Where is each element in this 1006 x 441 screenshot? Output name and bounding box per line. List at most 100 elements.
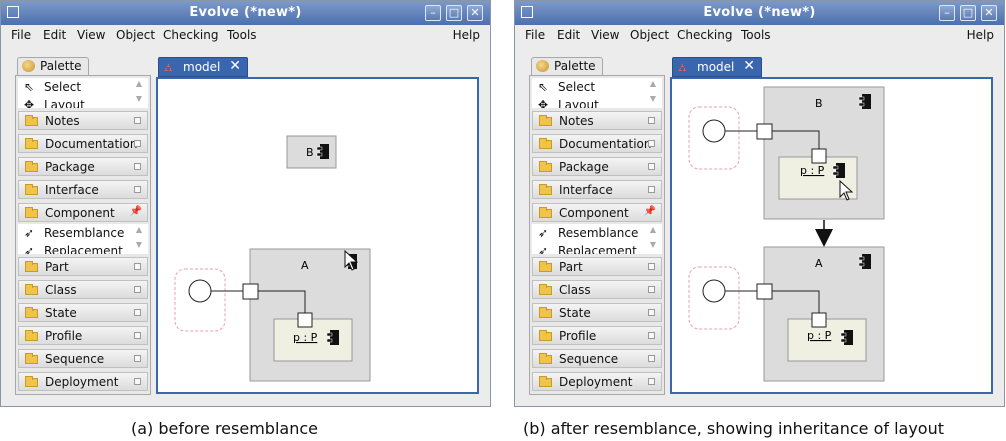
tool-layout[interactable]: ✥ Layout ▼ (532, 96, 662, 108)
minimize-icon[interactable]: – (425, 5, 441, 21)
part-port-square[interactable] (297, 312, 313, 328)
scroll-up-icon[interactable]: ▲ (650, 225, 656, 234)
expand-icon[interactable] (134, 117, 141, 124)
maximize-icon[interactable]: □ (446, 5, 462, 21)
expand-icon[interactable] (648, 378, 655, 385)
part-port-square[interactable] (811, 312, 827, 328)
diagram-canvas[interactable]: B p : P A p: P (670, 77, 993, 394)
menu-checking[interactable]: Checking (677, 28, 732, 42)
menu-edit[interactable]: Edit (557, 28, 580, 42)
category-class[interactable]: Class (532, 280, 662, 299)
expand-icon[interactable] (648, 140, 655, 147)
expand-icon[interactable] (648, 263, 655, 270)
tool-select[interactable]: ⇖ Select ▲ (18, 78, 148, 96)
expand-icon[interactable] (134, 186, 141, 193)
pin-icon[interactable]: 📌 (130, 206, 142, 217)
category-profile[interactable]: Profile (18, 326, 148, 345)
palette-panel: ⇖ Select ▲ ✥ Layout ▼ Notes Documentatio… (529, 75, 665, 395)
expand-icon[interactable] (648, 355, 655, 362)
expand-icon[interactable] (134, 263, 141, 270)
menu-object[interactable]: Object (630, 28, 669, 42)
menu-view[interactable]: View (77, 28, 105, 42)
maximize-icon[interactable]: □ (960, 5, 976, 21)
category-package[interactable]: Package (532, 157, 662, 176)
category-documentation[interactable]: Documentation (18, 134, 148, 153)
palette-tab[interactable]: Palette (531, 57, 603, 75)
menu-file[interactable]: File (525, 28, 545, 42)
category-deployment[interactable]: Deployment (18, 372, 148, 391)
port-square[interactable] (756, 123, 773, 140)
menu-help[interactable]: Help (967, 28, 994, 42)
menu-view[interactable]: View (591, 28, 619, 42)
part-port-square[interactable] (811, 148, 827, 164)
category-state[interactable]: State (532, 303, 662, 322)
category-notes[interactable]: Notes (532, 111, 662, 130)
category-part[interactable]: Part (18, 257, 148, 276)
expand-icon[interactable] (648, 286, 655, 293)
close-tab-icon[interactable]: ✕ (743, 58, 755, 74)
category-deployment[interactable]: Deployment (532, 372, 662, 391)
minimize-icon[interactable]: – (939, 5, 955, 21)
palette-tab[interactable]: Palette (17, 57, 89, 75)
expand-icon[interactable] (134, 286, 141, 293)
expand-icon[interactable] (134, 140, 141, 147)
expand-icon[interactable] (648, 117, 655, 124)
category-interface[interactable]: Interface (18, 180, 148, 199)
tool-resemblance[interactable]: ➶ Resemblance ▲ (18, 224, 148, 242)
title-bar[interactable]: Evolve (*new*) – □ ✕ (515, 1, 1004, 25)
expand-icon[interactable] (648, 309, 655, 316)
category-sequence[interactable]: Sequence (532, 349, 662, 368)
scroll-down-icon[interactable]: ▼ (136, 96, 142, 103)
expand-icon[interactable] (648, 332, 655, 339)
expand-icon[interactable] (648, 163, 655, 170)
tool-layout[interactable]: ✥ Layout ▼ (18, 96, 148, 108)
tool-select[interactable]: ⇖ Select ▲ (532, 78, 662, 96)
expand-icon[interactable] (134, 332, 141, 339)
pin-icon[interactable]: 📌 (644, 206, 656, 217)
expand-icon[interactable] (134, 378, 141, 385)
tool-replacement[interactable]: ➶ Replacement ▼ (532, 242, 662, 254)
menu-object[interactable]: Object (116, 28, 155, 42)
title-bar[interactable]: Evolve (*new*) – □ ✕ (1, 1, 490, 25)
scroll-down-icon[interactable]: ▼ (650, 242, 656, 249)
scroll-up-icon[interactable]: ▲ (650, 79, 656, 88)
category-package[interactable]: Package (18, 157, 148, 176)
tab-model[interactable]: ⛼ model ✕ (672, 57, 762, 77)
menu-tools[interactable]: Tools (227, 28, 257, 42)
part-p-in-a[interactable]: p : P (787, 312, 867, 362)
category-sequence[interactable]: Sequence (18, 349, 148, 368)
category-notes[interactable]: Notes (18, 111, 148, 130)
expand-icon[interactable] (134, 355, 141, 362)
category-component[interactable]: Component 📌 (18, 203, 148, 222)
category-interface[interactable]: Interface (532, 180, 662, 199)
category-part[interactable]: Part (532, 257, 662, 276)
tool-replacement[interactable]: ➶ Replacement ▼ (18, 242, 148, 254)
tool-resemblance[interactable]: ➶ Resemblance ▲ (532, 224, 662, 242)
tab-model[interactable]: ⛼ model ✕ (158, 57, 248, 77)
menu-checking[interactable]: Checking (163, 28, 218, 42)
scroll-down-icon[interactable]: ▼ (136, 242, 142, 249)
close-tab-icon[interactable]: ✕ (229, 58, 241, 74)
category-class[interactable]: Class (18, 280, 148, 299)
port-square[interactable] (242, 283, 259, 300)
menu-help[interactable]: Help (453, 28, 480, 42)
expand-icon[interactable] (134, 163, 141, 170)
expand-icon[interactable] (134, 309, 141, 316)
menu-tools[interactable]: Tools (741, 28, 771, 42)
close-icon[interactable]: ✕ (467, 5, 483, 21)
category-profile[interactable]: Profile (532, 326, 662, 345)
category-state[interactable]: State (18, 303, 148, 322)
scroll-up-icon[interactable]: ▲ (136, 225, 142, 234)
scroll-down-icon[interactable]: ▼ (650, 96, 656, 103)
expand-icon[interactable] (648, 186, 655, 193)
component-b[interactable]: B (286, 135, 337, 169)
close-icon[interactable]: ✕ (981, 5, 997, 21)
scroll-up-icon[interactable]: ▲ (136, 79, 142, 88)
part-p[interactable]: p : P (273, 312, 353, 362)
port-square[interactable] (756, 283, 773, 300)
category-component[interactable]: Component 📌 (532, 203, 662, 222)
diagram-canvas[interactable]: B A p: P (156, 77, 479, 394)
menu-edit[interactable]: Edit (43, 28, 66, 42)
category-documentation[interactable]: Documentation (532, 134, 662, 153)
menu-file[interactable]: File (11, 28, 31, 42)
